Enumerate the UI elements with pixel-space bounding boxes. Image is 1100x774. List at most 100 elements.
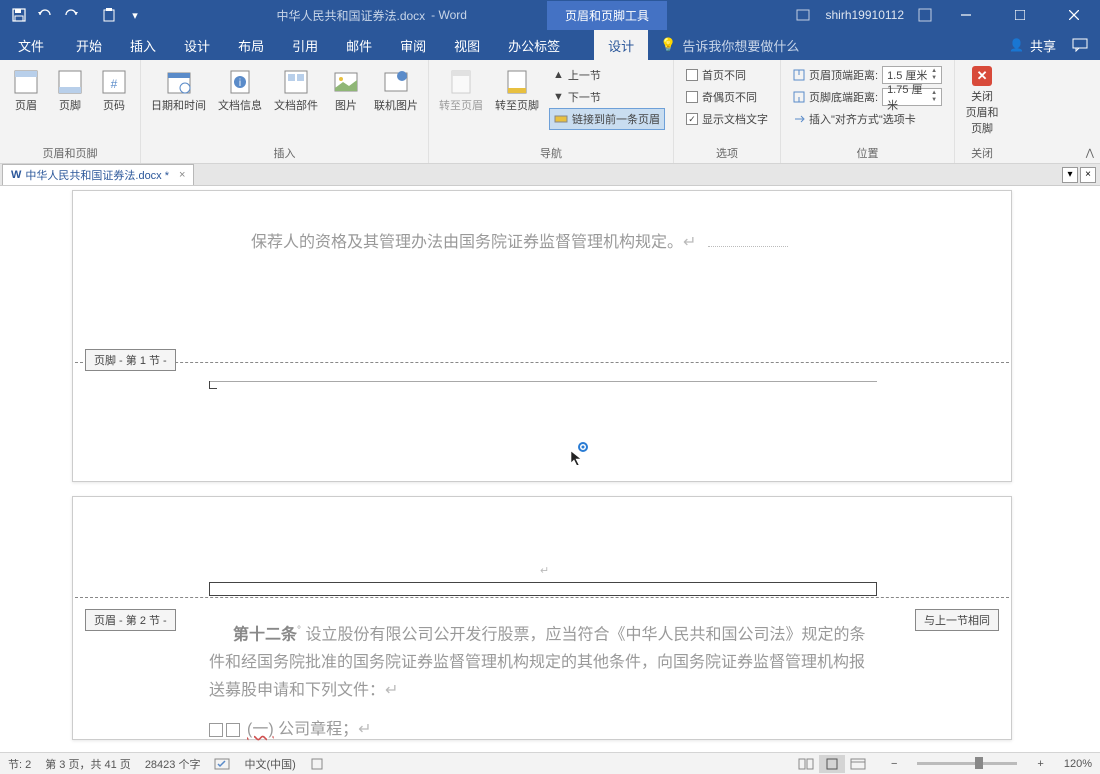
footer-distance-icon — [793, 91, 805, 103]
tab-layout[interactable]: 布局 — [224, 30, 278, 60]
ribbon-group-navigation: 转至页眉 转至页脚 ▲上一节 ▼下一节 链接到前一条页眉 导航 — [429, 60, 674, 163]
link-icon — [554, 113, 568, 125]
diff-odd-even-checkbox[interactable]: 奇偶页不同 — [682, 86, 772, 108]
paragraph-article12: 第十二条° 设立股份有限公司公开发行股票，应当符合《中华人民共和国公司法》规定的… — [209, 617, 875, 705]
up-arrow-icon: ▲ — [553, 69, 564, 81]
status-word-count[interactable]: 28423 个字 — [145, 756, 201, 772]
tab-references[interactable]: 引用 — [278, 30, 332, 60]
comments-icon[interactable] — [1072, 38, 1088, 52]
diff-first-page-checkbox[interactable]: 首页不同 — [682, 64, 772, 86]
show-doc-text-checkbox[interactable]: ✓显示文档文字 — [682, 108, 772, 130]
goto-header-icon — [445, 66, 477, 98]
tab-office-tab[interactable]: 办公标签 — [494, 30, 574, 60]
next-section-button[interactable]: ▼下一节 — [549, 86, 665, 108]
footer-boundary — [75, 362, 1009, 363]
tab-design[interactable]: 设计 — [170, 30, 224, 60]
header-edit-box[interactable] — [209, 582, 877, 596]
tab-dropdown-button[interactable]: ▾ — [1062, 167, 1078, 183]
zoom-in-button[interactable]: + — [1031, 758, 1049, 770]
date-time-button[interactable]: 日期和时间 — [145, 62, 212, 117]
lightbulb-icon: 💡 — [660, 37, 676, 53]
picture-button[interactable]: 图片 — [324, 62, 368, 117]
tab-review[interactable]: 审阅 — [386, 30, 440, 60]
title-right: shirh19910112 — [795, 0, 1100, 30]
statusbar: 节: 2 第 3 页，共 41 页 28423 个字 中文(中国) − + 12… — [0, 752, 1100, 774]
ribbon-display-icon[interactable] — [918, 8, 932, 22]
doc-parts-icon — [280, 66, 312, 98]
doc-info-button[interactable]: i 文档信息 — [212, 62, 268, 117]
document-tab[interactable]: W 中华人民共和国证券法.docx * × — [2, 164, 194, 185]
undo-button[interactable] — [32, 2, 58, 28]
paste-button[interactable] — [96, 2, 122, 28]
quick-access-toolbar: ▾ — [0, 2, 148, 28]
web-layout-button[interactable] — [845, 755, 871, 773]
same-as-previous-tag: 与上一节相同 — [915, 609, 999, 631]
list-item-1: (一) 公司章程；↵ — [209, 715, 372, 739]
header-para-mark: ↵ — [540, 564, 549, 577]
tab-close-all-button[interactable]: × — [1080, 167, 1096, 183]
online-picture-button[interactable]: 联机图片 — [368, 62, 424, 117]
share-button[interactable]: 共享 — [1030, 36, 1056, 55]
svg-text:#: # — [111, 77, 118, 91]
footer-rule — [209, 381, 877, 382]
minimize-button[interactable] — [946, 0, 986, 30]
collapse-ribbon-button[interactable]: ⋀ — [1086, 148, 1094, 159]
header-button[interactable]: 页眉 — [4, 62, 48, 117]
close-window-button[interactable] — [1054, 0, 1094, 30]
online-picture-icon — [380, 66, 412, 98]
share-icon: 👤 — [1009, 38, 1024, 52]
print-layout-button[interactable] — [819, 755, 845, 773]
page-number-icon: # — [98, 66, 130, 98]
page-2: ↵ 页眉 - 第 2 节 - 与上一节相同 第十二条° 设立股份有限公司公开发行… — [72, 496, 1012, 740]
footer-distance-input[interactable]: 1.75 厘米▲▼ — [882, 88, 942, 106]
close-tab-button[interactable]: × — [179, 169, 185, 181]
touch-mode-icon[interactable] — [795, 8, 811, 22]
zoom-out-button[interactable]: − — [885, 758, 903, 770]
document-editor[interactable]: 保荐人的资格及其管理办法由国务院证券监督管理机构规定。↵ 页脚 - 第 1 节 … — [0, 186, 1100, 752]
close-header-footer-button[interactable]: ✕ 关闭 页眉和页脚 — [959, 62, 1005, 140]
header-distance-icon — [793, 69, 805, 81]
header-section-2-tag: 页眉 - 第 2 节 - — [85, 609, 176, 631]
insert-align-tab-button[interactable]: 插入"对齐方式"选项卡 — [789, 108, 946, 130]
previous-section-button[interactable]: ▲上一节 — [549, 64, 665, 86]
footer-bottom-distance-row: 页脚底端距离: 1.75 厘米▲▼ — [789, 86, 946, 108]
page-number-button[interactable]: # 页码 — [92, 62, 136, 117]
save-button[interactable] — [6, 2, 32, 28]
tab-view[interactable]: 视图 — [440, 30, 494, 60]
qat-customize-button[interactable]: ▾ — [122, 2, 148, 28]
macro-record-icon[interactable] — [310, 757, 324, 771]
ribbon-group-insert: 日期和时间 i 文档信息 文档部件 图片 联机图片 插入 — [141, 60, 429, 163]
tab-home[interactable]: 开始 — [62, 30, 116, 60]
ribbon-group-headerfooter: 页眉 页脚 # 页码 页眉和页脚 — [0, 60, 141, 163]
context-tab-title: 页眉和页脚工具 — [547, 1, 667, 30]
goto-footer-icon — [501, 66, 533, 98]
redo-button[interactable] — [58, 2, 84, 28]
word-doc-icon: W — [11, 169, 21, 181]
goto-footer-button[interactable]: 转至页脚 — [489, 62, 545, 117]
maximize-button[interactable] — [1000, 0, 1040, 30]
tab-file[interactable]: 文件 — [0, 30, 62, 60]
tab-hf-design[interactable]: 设计 — [594, 30, 648, 60]
header-icon — [10, 66, 42, 98]
doc-parts-button[interactable]: 文档部件 — [268, 62, 324, 117]
tab-insert[interactable]: 插入 — [116, 30, 170, 60]
status-page[interactable]: 第 3 页，共 41 页 — [45, 756, 131, 772]
footer-icon — [54, 66, 86, 98]
zoom-slider[interactable] — [917, 762, 1017, 765]
mouse-cursor — [569, 441, 589, 465]
down-arrow-icon: ▼ — [553, 91, 564, 103]
footer-button[interactable]: 页脚 — [48, 62, 92, 117]
status-language[interactable]: 中文(中国) — [244, 756, 295, 772]
goto-header-button[interactable]: 转至页眉 — [433, 62, 489, 117]
tab-mailings[interactable]: 邮件 — [332, 30, 386, 60]
proofing-icon[interactable] — [214, 757, 230, 771]
zoom-level[interactable]: 120% — [1064, 758, 1092, 770]
link-previous-button[interactable]: 链接到前一条页眉 — [549, 108, 665, 130]
svg-text:i: i — [239, 78, 241, 89]
titlebar: ▾ 中华人民共和国证券法.docx - Word 页眉和页脚工具 shirh19… — [0, 0, 1100, 30]
tellme-search[interactable]: 💡 告诉我你想要做什么 — [648, 36, 1009, 55]
status-section[interactable]: 节: 2 — [8, 756, 31, 772]
username: shirh19910112 — [825, 8, 904, 22]
doc-info-icon: i — [224, 66, 256, 98]
read-mode-button[interactable] — [793, 755, 819, 773]
